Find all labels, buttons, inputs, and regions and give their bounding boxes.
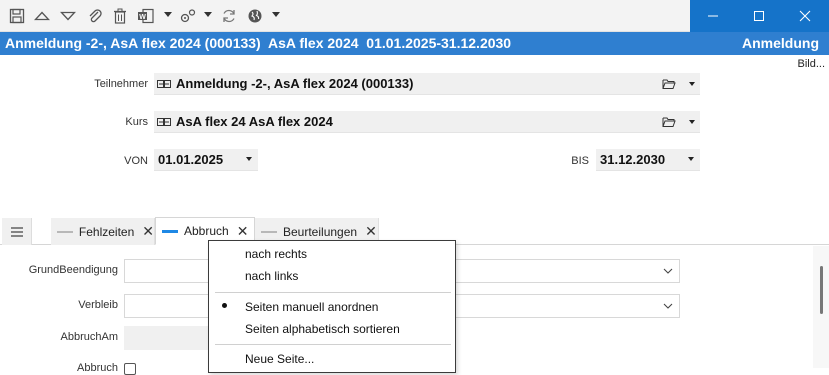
minimize-icon[interactable] — [690, 0, 736, 32]
tab-indicator — [57, 230, 73, 233]
globe-dropdown-icon[interactable] — [272, 12, 280, 17]
tab-indicator — [261, 230, 277, 233]
chevron-down-icon — [663, 268, 673, 274]
open-folder-icon[interactable] — [662, 78, 676, 90]
teilnehmer-field[interactable]: Anmeldung -2-, AsA flex 2024 (000133) — [154, 73, 700, 95]
tab-label: Abbruch — [184, 224, 229, 238]
teilnehmer-label: Teilnehmer — [94, 78, 148, 90]
kurs-value: AsA flex 24 AsA flex 2024 — [176, 114, 333, 129]
tab-indicator — [162, 229, 178, 233]
tab-menu-icon[interactable] — [2, 218, 32, 245]
abbruch-am-field[interactable] — [124, 326, 214, 350]
abbruch-partial-label: Abbruch — [77, 362, 118, 371]
menu-item-manuell-anordnen[interactable]: Seiten manuell anordnen — [245, 300, 378, 314]
link-icon — [157, 80, 171, 88]
tab-label: Beurteilungen — [283, 224, 358, 239]
menu-item-nach-links[interactable]: nach links — [245, 269, 298, 283]
refresh-icon[interactable] — [219, 6, 239, 26]
save-icon[interactable] — [7, 6, 27, 26]
verbleib-label: Verbleib — [78, 299, 118, 311]
bis-value: 31.12.2030 — [600, 152, 666, 167]
move-down-icon[interactable] — [58, 6, 78, 26]
tab-label: Fehlzeiten — [78, 224, 135, 239]
kurs-field[interactable]: AsA flex 24 AsA flex 2024 — [154, 111, 700, 133]
move-up-icon[interactable] — [32, 6, 52, 26]
menu-item-nach-rechts[interactable]: nach rechts — [245, 247, 307, 261]
window-controls — [690, 0, 829, 32]
word-document-icon[interactable]: W — [136, 6, 156, 26]
caption-form-name: Anmeldung — [742, 35, 819, 51]
toolbar: W — [0, 0, 829, 32]
globe-icon[interactable] — [245, 6, 265, 26]
scrollbar-thumb[interactable] — [820, 266, 823, 314]
attachment-icon[interactable] — [85, 6, 105, 26]
bis-label: BIS — [571, 155, 589, 167]
record-caption: Anmeldung -2-, AsA flex 2024 (000133) As… — [0, 32, 829, 55]
teilnehmer-value: Anmeldung -2-, AsA flex 2024 (000133) — [176, 76, 414, 91]
abbruch-am-label: AbbruchAm — [60, 331, 118, 343]
tools-dropdown-icon[interactable] — [204, 12, 212, 17]
teilnehmer-dropdown-icon[interactable] — [689, 82, 695, 86]
chevron-down-icon — [663, 303, 673, 309]
word-dropdown-icon[interactable] — [164, 12, 172, 17]
tab-context-menu: nach rechts nach links Seiten manuell an… — [208, 240, 456, 373]
tab-fehlzeiten[interactable]: Fehlzeiten ✕ — [51, 218, 155, 245]
menu-separator — [215, 344, 451, 345]
menu-item-neue-seite[interactable]: Neue Seite... — [245, 352, 314, 366]
checked-bullet-icon — [222, 303, 227, 308]
open-folder-icon[interactable] — [662, 116, 676, 128]
grund-beendigung-label: GrundBeendigung — [28, 264, 118, 276]
von-value: 01.01.2025 — [158, 152, 224, 167]
bild-link[interactable]: Bild... — [797, 58, 825, 70]
caption-title: Anmeldung -2-, AsA flex 2024 (000133) As… — [5, 35, 512, 51]
menu-item-alphabetisch-sortieren[interactable]: Seiten alphabetisch sortieren — [245, 322, 400, 336]
von-dropdown-icon[interactable] — [246, 157, 252, 161]
close-tab-icon[interactable]: ✕ — [365, 223, 377, 240]
delete-icon[interactable] — [110, 6, 130, 26]
kurs-label: Kurs — [125, 116, 148, 128]
tools-icon[interactable] — [178, 6, 198, 26]
bis-dropdown-icon[interactable] — [688, 157, 694, 161]
close-tab-icon[interactable]: ✕ — [142, 223, 154, 240]
abbruch-checkbox[interactable] — [124, 363, 136, 375]
menu-separator — [215, 292, 451, 293]
close-tab-icon[interactable]: ✕ — [237, 223, 249, 240]
von-label: VON — [124, 155, 148, 167]
von-date-field[interactable]: 01.01.2025 — [154, 149, 258, 171]
link-icon — [157, 118, 171, 126]
svg-text:W: W — [139, 14, 146, 21]
kurs-dropdown-icon[interactable] — [689, 120, 695, 124]
close-icon[interactable] — [782, 0, 828, 32]
bis-date-field[interactable]: 31.12.2030 — [596, 149, 700, 171]
maximize-icon[interactable] — [736, 0, 782, 32]
